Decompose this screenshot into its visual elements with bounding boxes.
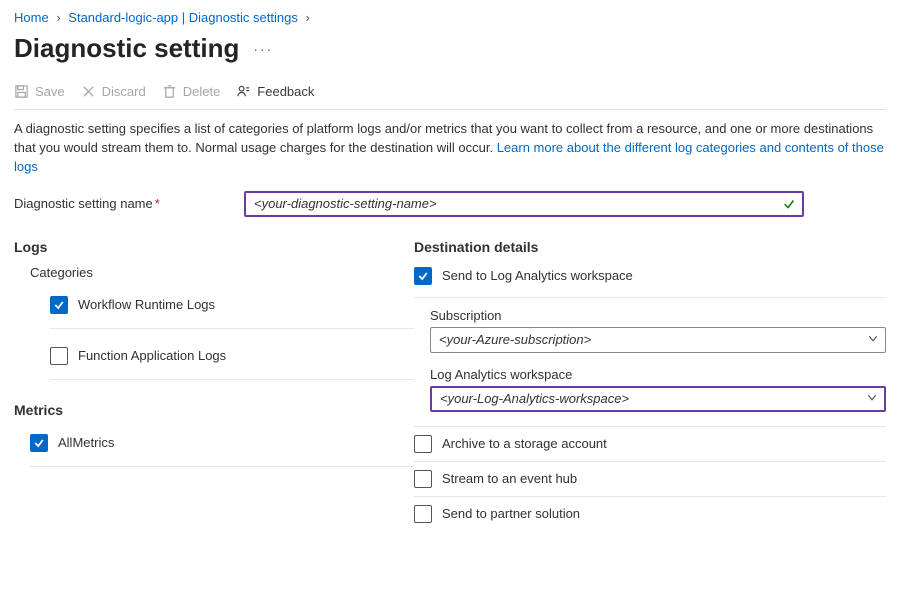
divider: [50, 379, 414, 380]
dest-partner-label: Send to partner solution: [442, 506, 580, 521]
breadcrumb-app[interactable]: Standard-logic-app | Diagnostic settings: [68, 10, 298, 25]
workspace-value: <your-Log-Analytics-workspace>: [440, 391, 629, 406]
subscription-label: Subscription: [430, 308, 886, 323]
divider: [30, 466, 414, 467]
checkbox-unchecked-icon[interactable]: [414, 505, 432, 523]
required-indicator: *: [155, 196, 160, 211]
workspace-dropdown[interactable]: <your-Log-Analytics-workspace>: [430, 386, 886, 412]
feedback-button[interactable]: Feedback: [236, 84, 314, 99]
dest-partner-row[interactable]: Send to partner solution: [414, 496, 886, 531]
chevron-down-icon: [867, 332, 879, 347]
breadcrumb: Home › Standard-logic-app | Diagnostic s…: [14, 10, 886, 25]
log-function-app-label: Function Application Logs: [78, 348, 226, 363]
metric-allmetrics-row[interactable]: AllMetrics: [30, 428, 414, 458]
categories-heading: Categories: [30, 265, 414, 280]
checkbox-unchecked-icon[interactable]: [414, 470, 432, 488]
save-button[interactable]: Save: [14, 84, 65, 99]
discard-label: Discard: [102, 84, 146, 99]
dest-eventhub-row[interactable]: Stream to an event hub: [414, 461, 886, 496]
breadcrumb-home[interactable]: Home: [14, 10, 49, 25]
metric-allmetrics-label: AllMetrics: [58, 435, 114, 450]
subscription-value: <your-Azure-subscription>: [439, 332, 591, 347]
dest-send-law-row[interactable]: Send to Log Analytics workspace: [414, 265, 886, 293]
dest-archive-label: Archive to a storage account: [442, 436, 607, 451]
metrics-heading: Metrics: [14, 402, 414, 418]
dest-archive-row[interactable]: Archive to a storage account: [414, 426, 886, 461]
destination-heading: Destination details: [414, 239, 886, 255]
checkbox-unchecked-icon[interactable]: [50, 347, 68, 365]
checkbox-checked-icon[interactable]: [414, 267, 432, 285]
setting-name-value: <your-diagnostic-setting-name>: [254, 196, 437, 211]
checkbox-checked-icon[interactable]: [30, 434, 48, 452]
chevron-right-icon: ›: [56, 10, 60, 25]
more-icon[interactable]: ···: [253, 41, 273, 57]
feedback-icon: [236, 84, 251, 99]
save-label: Save: [35, 84, 65, 99]
description: A diagnostic setting specifies a list of…: [14, 120, 884, 177]
setting-name-input[interactable]: <your-diagnostic-setting-name>: [244, 191, 804, 217]
page-title: Diagnostic setting: [14, 33, 239, 64]
chevron-down-icon: [866, 391, 878, 406]
toolbar: Save Discard Delete Feedback: [14, 84, 886, 110]
log-workflow-runtime-row[interactable]: Workflow Runtime Logs: [50, 290, 414, 320]
checkbox-checked-icon[interactable]: [50, 296, 68, 314]
delete-label: Delete: [183, 84, 221, 99]
discard-icon: [81, 84, 96, 99]
log-function-app-row[interactable]: Function Application Logs: [50, 341, 414, 371]
save-icon: [14, 84, 29, 99]
chevron-right-icon: ›: [305, 10, 309, 25]
log-workflow-runtime-label: Workflow Runtime Logs: [78, 297, 215, 312]
logs-heading: Logs: [14, 239, 414, 255]
discard-button[interactable]: Discard: [81, 84, 146, 99]
dest-send-law-label: Send to Log Analytics workspace: [442, 268, 633, 283]
checkbox-unchecked-icon[interactable]: [414, 435, 432, 453]
setting-name-label: Diagnostic setting name*: [14, 196, 244, 211]
feedback-label: Feedback: [257, 84, 314, 99]
divider: [414, 297, 886, 298]
delete-icon: [162, 84, 177, 99]
workspace-label: Log Analytics workspace: [430, 367, 886, 382]
delete-button[interactable]: Delete: [162, 84, 221, 99]
valid-icon: [782, 197, 796, 214]
divider: [50, 328, 414, 329]
dest-eventhub-label: Stream to an event hub: [442, 471, 577, 486]
subscription-dropdown[interactable]: <your-Azure-subscription>: [430, 327, 886, 353]
